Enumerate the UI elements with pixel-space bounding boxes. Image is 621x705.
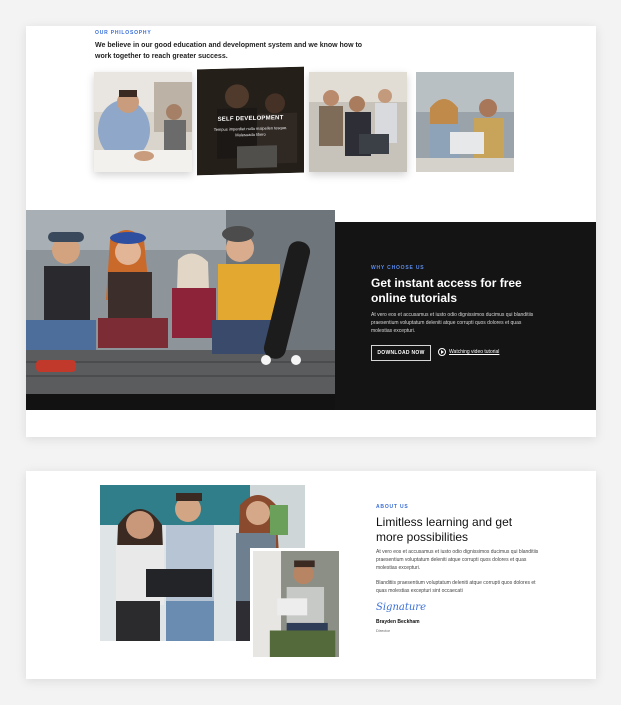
- about-eyebrow: ABOUT US: [376, 504, 409, 510]
- philosophy-card: OUR PHILOSOPHY We believe in our good ed…: [26, 26, 596, 437]
- why-choose-us-panel-under: [26, 394, 335, 410]
- about-text-2: Blanditiis praesentium voluptatum deleni…: [376, 580, 536, 594]
- download-now-button[interactable]: DOWNLOAD NOW: [371, 345, 431, 361]
- philosophy-photo-man-writing[interactable]: [94, 72, 192, 172]
- philosophy-photo-self-development[interactable]: SELF DEVELOPMENT Tempus imperdiet nulla …: [197, 66, 304, 176]
- watch-video-link[interactable]: Watching video tutorial: [438, 348, 499, 356]
- philosophy-photo-office-team[interactable]: [309, 72, 407, 172]
- philosophy-text: We believe in our good education and dev…: [95, 42, 363, 60]
- about-card: ABOUT US Limitless learning and get more…: [26, 471, 596, 679]
- about-title: Limitless learning and get more possibil…: [376, 515, 513, 544]
- why-choose-us-eyebrow: WHY CHOOSE US: [371, 265, 425, 271]
- card-subtitle-self-development: Tempus imperdiet nulla malpellen tesque.…: [213, 125, 288, 137]
- philosophy-eyebrow: OUR PHILOSOPHY: [95, 30, 152, 36]
- about-photo-man-laptop: [250, 548, 342, 660]
- signature: Signature: [376, 602, 427, 613]
- philosophy-photo-laptop-duo[interactable]: [416, 72, 514, 172]
- students-group-photo: [26, 210, 335, 394]
- author-name: Brayden Beckham: [376, 619, 420, 625]
- play-icon: [438, 348, 446, 356]
- watch-video-label: Watching video tutorial: [449, 349, 500, 355]
- about-text-1: At vero eos et accusamus et iusto odio d…: [376, 549, 539, 571]
- author-role: Director: [376, 628, 391, 633]
- why-choose-us-text: At vero eos et accusamus et iusto odio d…: [371, 312, 534, 334]
- why-choose-us-title: Get instant access for free online tutor…: [371, 276, 522, 305]
